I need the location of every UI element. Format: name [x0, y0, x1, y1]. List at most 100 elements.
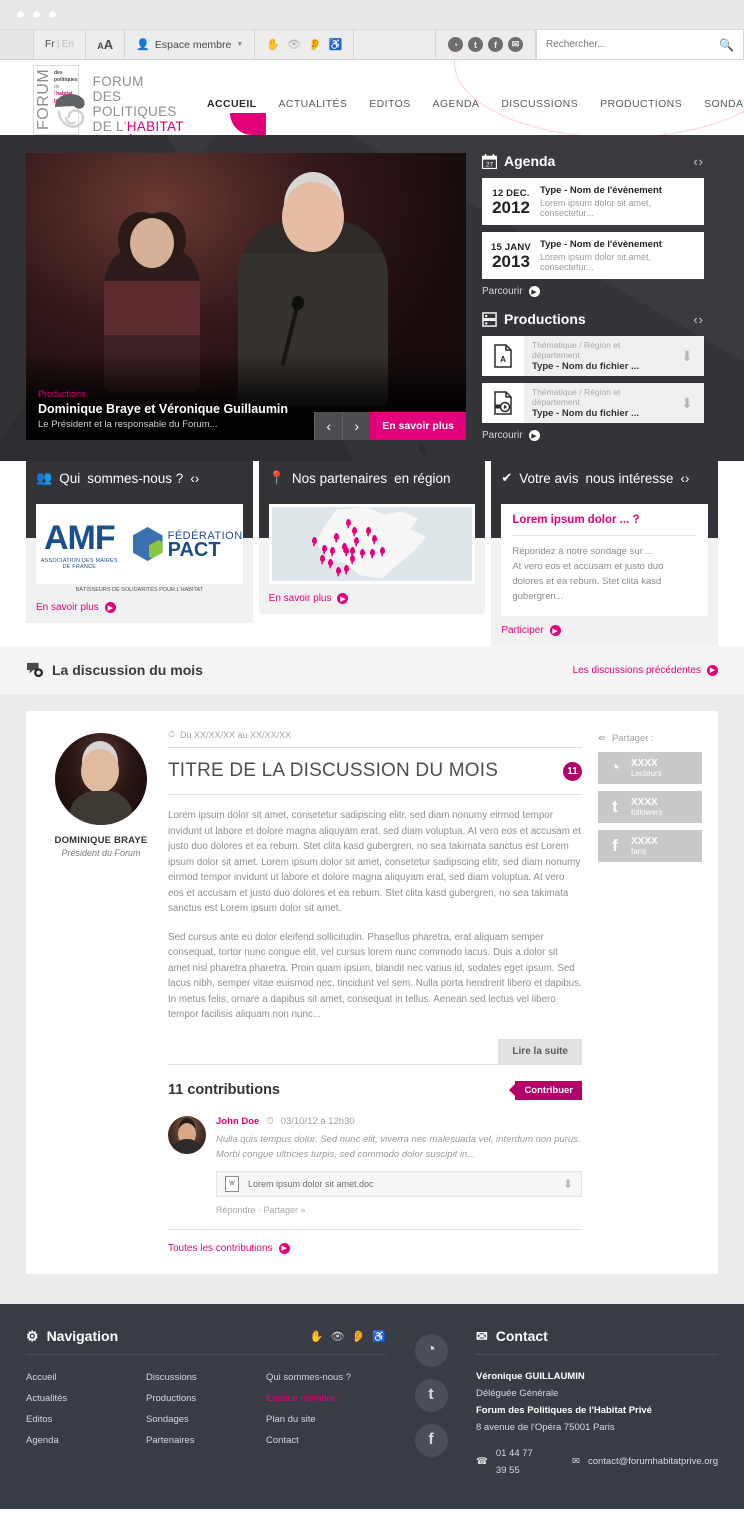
- productions-widget: Productions ‹› A Thématique / Région et …: [482, 311, 704, 441]
- ear-icon[interactable]: 👂: [352, 1330, 366, 1343]
- rss-icon[interactable]: ◔: [414, 1333, 448, 1367]
- share-count: XXXX: [631, 757, 658, 769]
- facebook-icon[interactable]: f: [488, 37, 503, 52]
- hero-sidebar: 27 Agenda ‹› 12 DEC. 2012 Type - Nom de …: [482, 153, 704, 441]
- contact-email[interactable]: ✉ contact@forumhabitatprive.org: [572, 1453, 718, 1470]
- contributions-title: 11 contributions: [168, 1082, 280, 1098]
- search-icon[interactable]: 🔍: [719, 38, 734, 52]
- download-icon[interactable]: ⬇: [670, 395, 704, 412]
- footer-link-editos[interactable]: Editos: [26, 1409, 146, 1430]
- gear-icon: ⚙: [26, 1327, 39, 1344]
- lang-fr[interactable]: Fr: [45, 39, 55, 50]
- read-more-button[interactable]: Lire la suite: [498, 1038, 582, 1064]
- promo-more-label: Participer: [501, 625, 544, 636]
- language-switcher[interactable]: Fr | En: [33, 30, 87, 59]
- hero-next-button[interactable]: ›: [342, 412, 371, 440]
- footer-link-accueil[interactable]: Accueil: [26, 1367, 146, 1388]
- productions-next-button[interactable]: ›: [699, 312, 704, 327]
- share-twitter-button[interactable]: t XXXX followers: [598, 791, 702, 823]
- agenda-item[interactable]: 15 JANV 2013 Type - Nom de l'évènement L…: [482, 232, 704, 279]
- lang-en[interactable]: En: [62, 39, 75, 50]
- footer-link-partenaires[interactable]: Partenaires: [146, 1430, 266, 1451]
- wheelchair-icon[interactable]: ♿: [372, 1330, 386, 1343]
- agenda-arrows[interactable]: ‹›: [693, 154, 704, 169]
- promo-arrows[interactable]: ‹›: [190, 471, 199, 486]
- france-map[interactable]: [268, 504, 476, 584]
- productions-arrows[interactable]: ‹›: [693, 312, 704, 327]
- production-item[interactable]: Thématique / Région et département Type …: [482, 383, 704, 423]
- footer-link-plan-du-site[interactable]: Plan du site: [266, 1409, 386, 1430]
- window-minimize-button[interactable]: [32, 10, 41, 19]
- twitter-icon[interactable]: t: [414, 1378, 448, 1412]
- utility-spacer: [354, 30, 436, 59]
- download-icon[interactable]: ⬇: [563, 1177, 573, 1191]
- agenda-item-title: Type - Nom de l'évènement: [540, 239, 662, 250]
- nav-item-agenda[interactable]: AGENDA: [433, 98, 480, 110]
- promo-more-link[interactable]: Participer ▶: [501, 616, 708, 636]
- promo-more-label: En savoir plus: [268, 593, 332, 604]
- facebook-icon[interactable]: f: [414, 1423, 448, 1457]
- footer-link-agenda[interactable]: Agenda: [26, 1430, 146, 1451]
- discussion-main: ⏱ Du XX/XX/XX au XX/XX/XX TITRE DE LA DI…: [160, 729, 598, 1254]
- nav-item-editos[interactable]: EDITOS: [369, 98, 410, 110]
- contact-phone[interactable]: ☎ 01 44 77 39 55: [476, 1445, 538, 1479]
- lang-separator: |: [56, 39, 60, 50]
- promo-more-link[interactable]: En savoir plus ▶: [36, 593, 243, 613]
- rss-icon[interactable]: ◔: [448, 37, 463, 52]
- production-item[interactable]: A Thématique / Région et département Typ…: [482, 336, 704, 376]
- phone-icon: ☎: [476, 1456, 488, 1467]
- footer-accessibility-tools[interactable]: ✋ 👁 👂 ♿: [310, 1330, 386, 1343]
- browser-chrome: [0, 0, 744, 30]
- comment-attachment[interactable]: W Lorem ipsum dolor sit amet.doc ⬇: [216, 1170, 582, 1197]
- nav-item-accueil[interactable]: ACCUEIL: [207, 98, 256, 110]
- all-contributions-label: Toutes les contributions: [168, 1242, 273, 1254]
- eye-icon[interactable]: 👁: [331, 1330, 345, 1343]
- all-contributions-link[interactable]: Toutes les contributions ▶: [168, 1228, 582, 1254]
- contribute-button[interactable]: Contribuer: [515, 1080, 582, 1100]
- search-input[interactable]: [546, 39, 720, 50]
- comment-author-name[interactable]: John Doe: [216, 1116, 259, 1127]
- list-item: John Doe ⏱ 03/10/12 à 12h30 Nulla quis t…: [168, 1115, 582, 1215]
- footer-link-actualites[interactable]: Actualités: [26, 1388, 146, 1409]
- wheelchair-icon[interactable]: ♿: [329, 38, 343, 51]
- promo-more-link[interactable]: En savoir plus ▶: [269, 584, 476, 604]
- discussion-paragraph-1: Lorem ipsum dolor sit amet, consetetur s…: [168, 810, 581, 914]
- window-close-button[interactable]: [16, 10, 25, 19]
- sign-language-icon[interactable]: ✋: [266, 38, 280, 51]
- accessibility-tools[interactable]: ✋ 👁 👂 ♿: [255, 30, 355, 59]
- promo-partenaires: 📍 Nos partenaires en région En savoir pl…: [258, 461, 486, 646]
- site-logo[interactable]: FORUM des politiques de l'habitat privé …: [0, 60, 187, 135]
- footer-link-contact[interactable]: Contact: [266, 1430, 386, 1451]
- share-facebook-button[interactable]: f XXXX fans: [598, 830, 702, 862]
- productions-browse-link[interactable]: Parcourir ▶: [482, 430, 704, 441]
- footer-link-sondages[interactable]: Sondages: [146, 1409, 266, 1430]
- footer-link-qui-sommes-nous[interactable]: Qui sommes-nous ?: [266, 1367, 386, 1388]
- footer-link-discussions[interactable]: Discussions: [146, 1367, 266, 1388]
- hero-cta-button[interactable]: En savoir plus: [370, 412, 466, 440]
- footer-link-espace-membre[interactable]: Espace membre: [266, 1388, 386, 1409]
- nav-item-actualites[interactable]: ACTUALITÉS: [278, 98, 347, 110]
- promo-next-button[interactable]: ›: [195, 471, 200, 486]
- font-size-button[interactable]: AA: [86, 30, 126, 59]
- comment-actions[interactable]: Répondre · Partager »: [216, 1205, 582, 1215]
- ear-icon[interactable]: 👂: [308, 38, 322, 51]
- production-name: Type - Nom du fichier ...: [532, 361, 639, 372]
- eye-icon[interactable]: 👁: [287, 38, 301, 51]
- search-box[interactable]: 🔍: [536, 30, 744, 59]
- previous-discussions-link[interactable]: Les discussions précédentes ▶: [573, 664, 718, 676]
- download-icon[interactable]: ⬇: [670, 348, 704, 365]
- promo-arrows[interactable]: ‹›: [680, 471, 689, 486]
- twitter-icon[interactable]: t: [468, 37, 483, 52]
- hero-prev-button[interactable]: ‹: [314, 412, 343, 440]
- sign-language-icon[interactable]: ✋: [310, 1330, 324, 1343]
- promo-next-button[interactable]: ›: [685, 471, 690, 486]
- mail-icon[interactable]: ✉: [508, 37, 523, 52]
- share-rss-button[interactable]: ◔ XXXX Lecteurs: [598, 752, 702, 784]
- agenda-item[interactable]: 12 DEC. 2012 Type - Nom de l'évènement L…: [482, 178, 704, 225]
- member-area-dropdown[interactable]: 👤 Espace membre ▼: [125, 30, 256, 59]
- agenda-browse-link[interactable]: Parcourir ▶: [482, 286, 704, 297]
- window-maximize-button[interactable]: [48, 10, 57, 19]
- agenda-next-button[interactable]: ›: [699, 154, 704, 169]
- footer-link-productions[interactable]: Productions: [146, 1388, 266, 1409]
- hero-slider[interactable]: Productions Dominique Braye et Véronique…: [26, 153, 466, 457]
